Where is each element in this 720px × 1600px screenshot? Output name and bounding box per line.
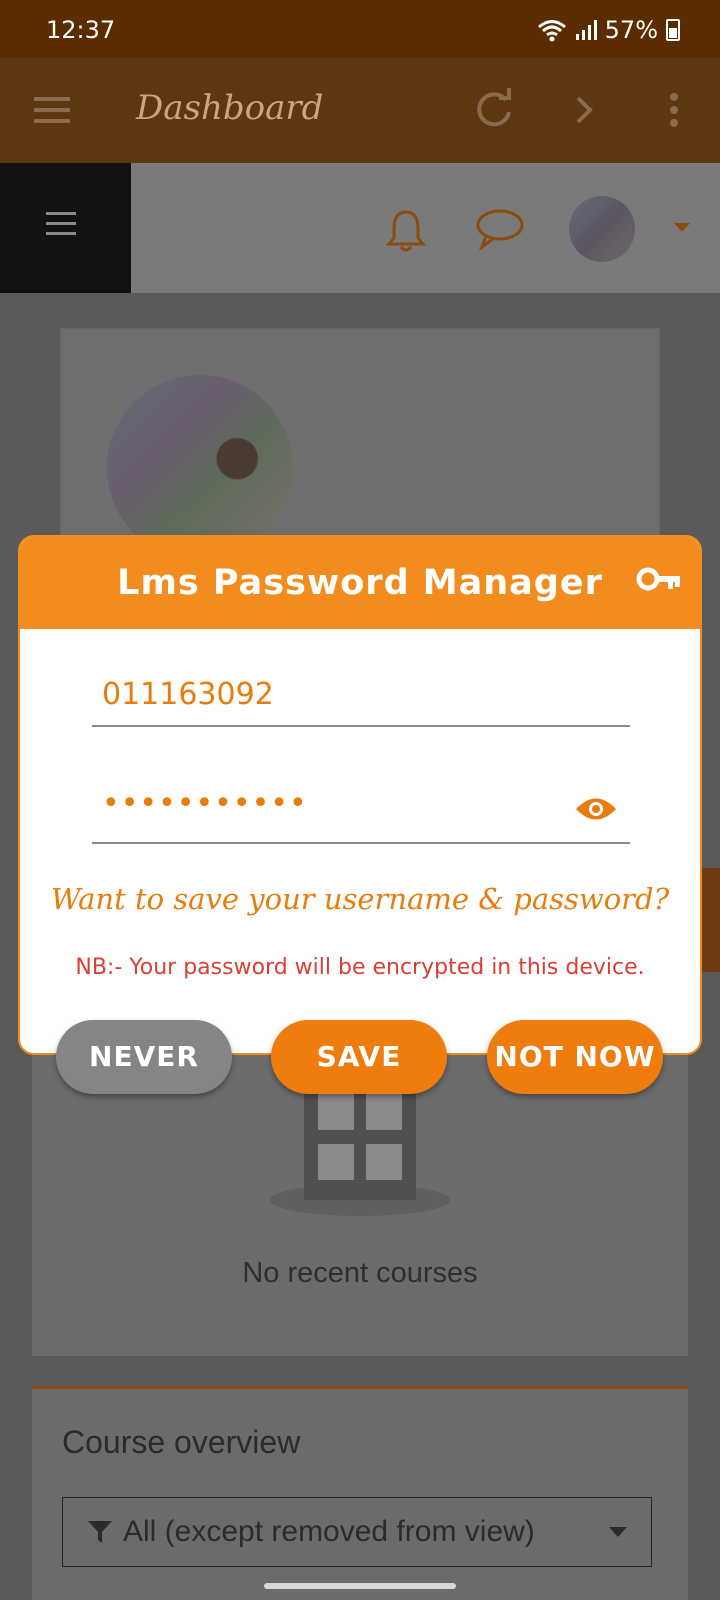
menu-icon[interactable] [30,86,78,134]
not-now-button[interactable]: NOT NOW [487,1020,663,1094]
password-field[interactable]: ••••••••••• [92,782,630,844]
never-button[interactable]: NEVER [56,1020,232,1094]
user-avatar[interactable] [569,196,635,262]
empty-courses-illustration [270,1080,450,1216]
nav-drawer-toggle[interactable] [0,163,131,293]
battery-percent: 57% [604,16,658,44]
filter-label: All (except removed from view) [123,1515,535,1548]
status-time: 12:37 [46,16,116,44]
site-header [0,163,720,293]
chat-icon[interactable] [474,207,526,251]
dialog-header: Lms Password Manager [20,537,700,629]
battery-icon [666,19,680,41]
no-recent-courses-text: No recent courses [242,1257,478,1289]
bell-icon[interactable] [384,207,428,253]
app-title: Dashboard [136,88,324,128]
filter-icon [88,1521,112,1543]
more-vert-icon[interactable] [650,86,698,134]
dialog-title: Lms Password Manager [117,563,603,603]
signal-icon [575,20,597,40]
forward-icon[interactable] [560,86,608,134]
status-bar: 12:37 57% [0,0,720,58]
eye-icon[interactable] [574,794,618,824]
chevron-down-icon[interactable] [674,223,690,233]
course-overview-title: Course overview [62,1424,301,1460]
key-icon [636,567,680,591]
status-icons: 57% [537,16,680,44]
encryption-note: NB:- Your password will be encrypted in … [75,955,645,980]
password-manager-dialog: Lms Password Manager 011163092 •••••••••… [18,535,702,1055]
username-value: 011163092 [102,677,274,712]
course-overview-card [32,1386,688,1600]
app-bar: Dashboard [0,58,720,163]
refresh-icon[interactable] [470,86,518,134]
save-question: Want to save your username & password? [50,882,670,916]
course-filter-dropdown[interactable]: All (except removed from view) [62,1497,652,1567]
gesture-nav-handle[interactable] [264,1583,456,1589]
profile-picture [107,375,293,561]
password-value: ••••••••••• [102,786,308,821]
wifi-icon [537,20,566,42]
save-button[interactable]: SAVE [271,1020,447,1094]
hamburger-icon [46,212,76,235]
username-field[interactable]: 011163092 [92,667,630,727]
caret-down-icon [609,1527,627,1537]
